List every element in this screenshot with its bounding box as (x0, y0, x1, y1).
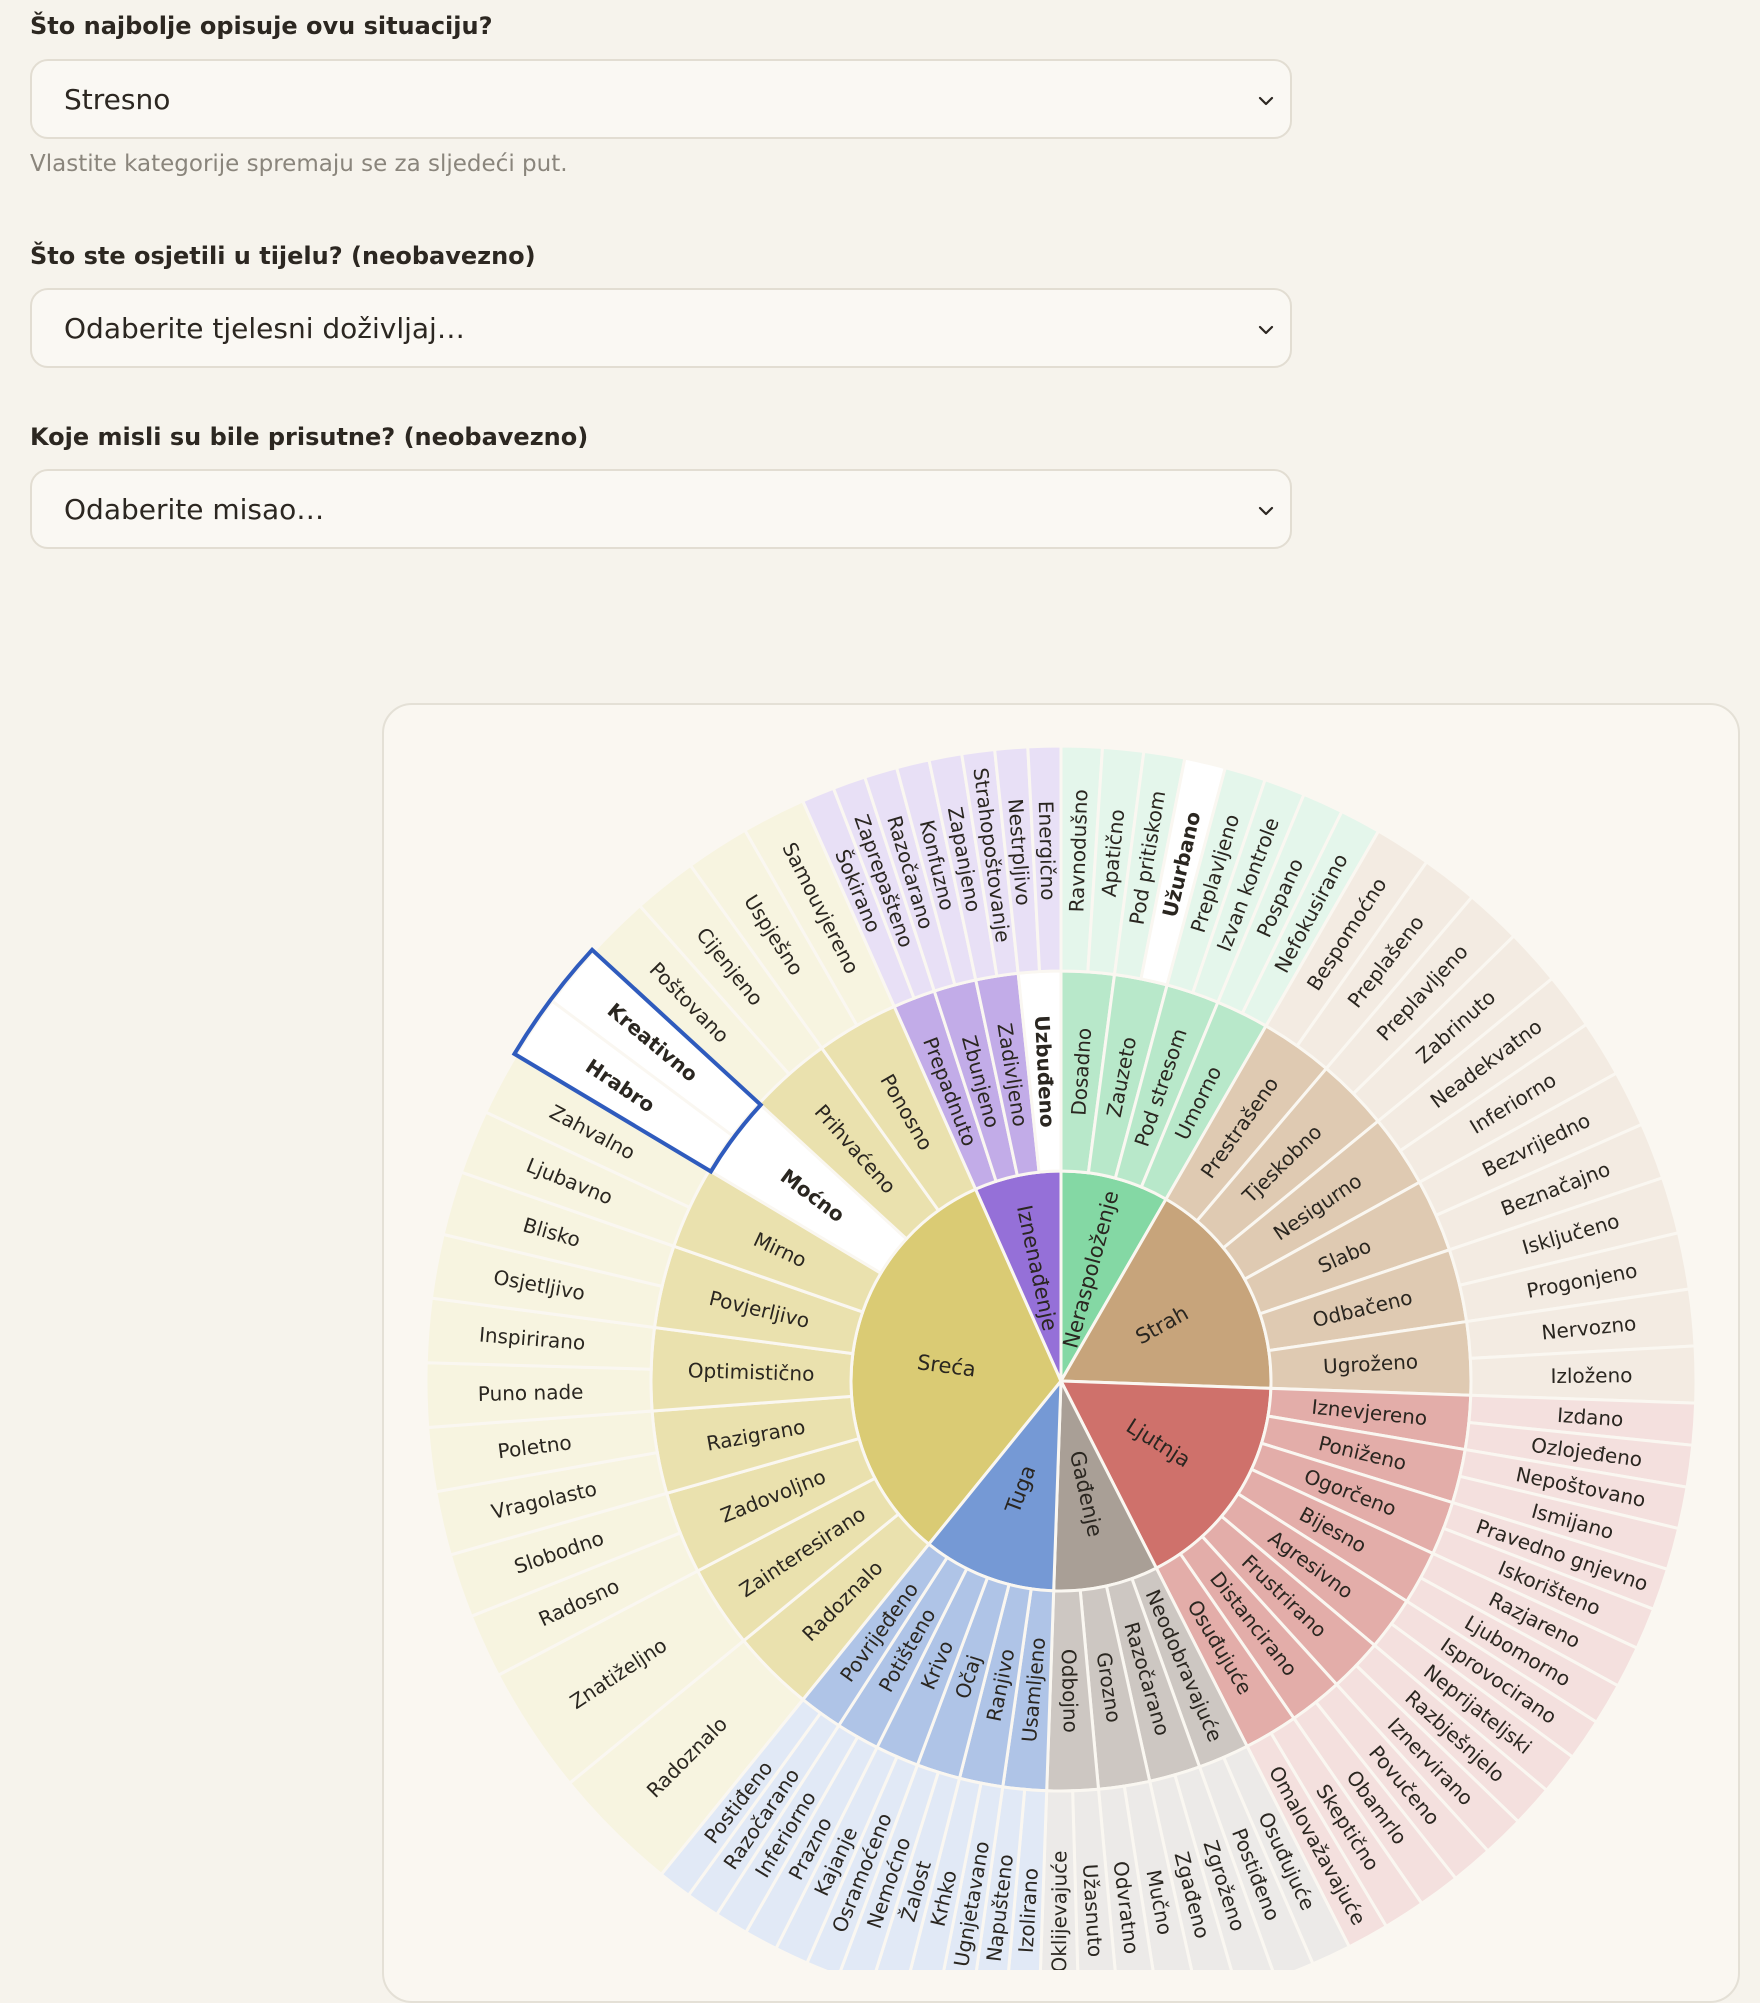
outer-label-izlozeno: Izloženo (1550, 1363, 1632, 1388)
mid-label-optimisticno: Optimistično (688, 1358, 815, 1386)
outer-label-izdano: Izdano (1556, 1403, 1624, 1431)
emotion-wheel: SrećaRadoznaloRadoznaloZainteresiranoZna… (424, 744, 1698, 1970)
outer-label-puno-nade: Puno nade (478, 1380, 584, 1406)
mid-label-odbojno: Odbojno (1057, 1649, 1083, 1733)
outer-label-energicno: Energično (1034, 801, 1061, 901)
outer-label-ravnodusno: Ravnodušno (1064, 789, 1092, 913)
outer-label-oklijevajuce: Oklijevajuće (1047, 1850, 1071, 1970)
